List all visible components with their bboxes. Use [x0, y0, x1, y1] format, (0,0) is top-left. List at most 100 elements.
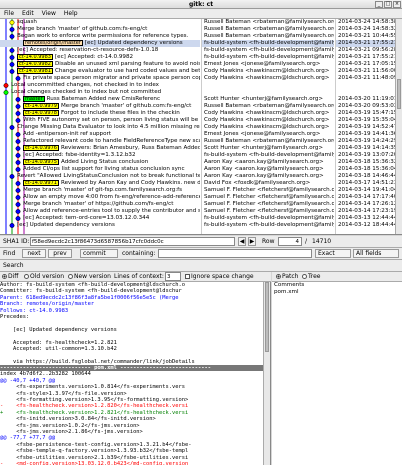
forward-arrow-icon[interactable]: ▶	[248, 237, 256, 246]
commit-date[interactable]: 2014-03-20 09:53:03	[336, 103, 395, 110]
commit-date[interactable]: 2014-03-18 15:36:32	[336, 159, 395, 166]
remote-branch-label[interactable]: remotes/origin/master	[23, 40, 83, 46]
commit-row[interactable]: Added CI/ops list support for living sta…	[0, 166, 200, 173]
commit-row[interactable]: Merge branch 'master' of git-fsp.com.fam…	[0, 187, 200, 194]
commit-row[interactable]: ct-14.0.9978 Forgot to include these file…	[0, 110, 200, 117]
commit-row[interactable]: Local changes checked in to index but no…	[0, 89, 200, 96]
commit-row[interactable]: With FIVE autonomy set on person, person…	[0, 117, 200, 124]
commit-author[interactable]: Aaron Kay <aaron.kay@familysearch.org>	[202, 159, 334, 166]
ignore-space-checkbox[interactable]: Ignore space change	[185, 273, 254, 280]
commit-author[interactable]: Scott Hunter <hunterj@familysearch.org>	[202, 145, 334, 152]
commit-row[interactable]: Local uncommitted changes, not checked i…	[0, 82, 200, 89]
commit-row[interactable]: ct-14.0.9976 Reviewers: Brian Amesbury, R…	[0, 145, 200, 152]
commit-author[interactable]: Aaron Kay <aaron.kay@familysearch.org>	[202, 166, 334, 173]
new-version-radio[interactable]: New version	[68, 273, 111, 280]
commit-date[interactable]	[336, 89, 395, 96]
commit-author[interactable]: Samuel F. Fletcher <fletchersf@familysea…	[202, 208, 334, 215]
back-arrow-icon[interactable]: ◀	[238, 237, 246, 246]
commit-author[interactable]: Aaron Kay <aaron.kay@familysearch.org>	[202, 173, 334, 180]
commit-row[interactable]: ct-14.0.9971 Reviewed by Aaron Kay and Co…	[0, 180, 200, 187]
commit-author[interactable]	[202, 82, 334, 89]
commit-row[interactable]: [ec] Updated dependency versions	[0, 222, 200, 229]
commit-row[interactable]: Add -entiperson-init ref support	[0, 131, 200, 138]
commit-author[interactable]: Scott Hunter <hunterj@familysearch.org>	[202, 96, 334, 103]
commit-row[interactable]: Merge branch 'master' of https://github.…	[0, 201, 200, 208]
tag-label[interactable]: ct-14.0.9982	[17, 61, 53, 67]
commit-date[interactable]: 2014-03-12 18:44:44	[336, 222, 395, 229]
commit-row[interactable]: [ec] Accepted: tem-ord-core=13.03.12.0.3…	[0, 215, 200, 222]
commit-row[interactable]: remotes/origin/master [ec] Updated depend…	[0, 40, 200, 47]
commit-author[interactable]: fs-build-system <fh-build-development@fa…	[202, 40, 334, 47]
commit-row[interactable]: ct-14.0.9979 Merge branch 'master' of git…	[0, 103, 200, 110]
commit-row[interactable]: ct-14.0.9975 Added Living Status conclusi…	[0, 159, 200, 166]
commit-date[interactable]: 2014-03-18 15:36:04	[336, 166, 395, 173]
commit-author[interactable]: Cody Hawkins <hawkinscm@ldschurch.org>	[202, 75, 334, 82]
commit-date[interactable]: 2014-03-21 11:56:00	[336, 68, 395, 75]
commit-row[interactable]: ct-14.0.9982 Disable an unused xml parsin…	[0, 61, 200, 68]
commit-date[interactable]: 2014-03-13 12:44:44	[336, 215, 395, 222]
commit-author[interactable]	[202, 89, 334, 96]
menu-edit[interactable]: Edit	[18, 9, 38, 18]
commit-row[interactable]: Change Missing Data Evaluator to look in…	[0, 124, 200, 131]
commit-date[interactable]: 2014-03-14 17:17:40	[336, 194, 395, 201]
tag-label[interactable]: ct-14.0.9979	[23, 103, 59, 109]
commit-row[interactable]: master Russ Bateman Added new CmisReferen…	[0, 96, 200, 103]
context-spinner[interactable]: 3	[165, 272, 181, 281]
patch-radio[interactable]: Patch	[276, 273, 298, 280]
commit-date[interactable]: 2014-03-19 13:07:20	[336, 152, 395, 159]
commit-author[interactable]: Cody Hawkins <hawkinscm@ldschurch.org>	[202, 110, 334, 117]
tree-radio[interactable]: Tree	[302, 273, 321, 280]
commit-date[interactable]: 2014-03-21 10:44:55	[336, 33, 395, 40]
commit-author[interactable]: fs-build-system <fh-build-development@fa…	[202, 54, 334, 61]
commit-author[interactable]: Cody Hawkins <hawkinscm@ldschurch.org>	[202, 68, 334, 75]
commit-row[interactable]: ct-14.0.9981 Change evaluator to use hard…	[0, 68, 200, 75]
tag-label[interactable]: ct-14.0.9975	[23, 159, 59, 165]
tag-label[interactable]: ct-14.0.9971	[23, 180, 59, 186]
commit-author[interactable]: Ernest Jones <jonese@familysearch.org>	[202, 61, 334, 68]
commit-date[interactable]: 2014-03-21 09:56:28	[336, 47, 395, 54]
maximize-icon[interactable]: □	[384, 1, 392, 8]
commit-date[interactable]: 2014-03-19 14:41:36	[336, 131, 395, 138]
commit-date[interactable]: 2014-03-21 11:48:09	[336, 75, 395, 82]
find-next-button[interactable]: next	[22, 249, 46, 258]
commit-date[interactable]: 2014-03-19 14:52:47	[336, 124, 395, 131]
menu-help[interactable]: Help	[60, 9, 82, 18]
commit-list-scrollbar[interactable]	[395, 19, 402, 234]
commit-row[interactable]: Merge branch 'master' of github.com:fs-e…	[0, 26, 200, 33]
commit-date[interactable]: 2014-03-17 14:51:23	[336, 180, 395, 187]
diff-scrollbar[interactable]	[263, 282, 270, 465]
commit-author[interactable]: Russell Bateman <rbateman@familysearch.o…	[202, 138, 334, 145]
commit-author[interactable]: fs-build-system <fh-build-development@fa…	[202, 47, 334, 54]
commit-date[interactable]: 2014-03-14 17:26:12	[336, 201, 395, 208]
commit-date[interactable]: 2014-03-20 11:19:01	[336, 96, 395, 103]
commit-row[interactable]: Refactored relevant code to handle Field…	[0, 138, 200, 145]
file-list-item[interactable]: pom.xml	[272, 289, 402, 296]
find-mode-select[interactable]: Exact	[315, 249, 351, 258]
commit-author[interactable]: fs-build-system <fh-build-development@fa…	[202, 152, 334, 159]
tag-label[interactable]: ct-14.0.9978	[23, 110, 59, 116]
scrollbar-thumb[interactable]	[397, 79, 401, 109]
minimize-icon[interactable]: _	[375, 1, 383, 8]
commit-row[interactable]: Allow add reference-entries tool to supp…	[0, 208, 200, 215]
scrollbar-thumb[interactable]	[265, 282, 269, 352]
commit-date[interactable]	[336, 82, 395, 89]
commit-author[interactable]: fs-build-system <fh-build-development@fa…	[202, 215, 334, 222]
commit-row[interactable]: ct-14.0.9983 [ec] Accepted: ct-14.0.9982	[0, 54, 200, 61]
commit-author[interactable]: Russell Bateman <rbateman@familysearch.o…	[202, 103, 334, 110]
commit-date[interactable]: 2014-03-19 15:47:15	[336, 110, 395, 117]
menu-view[interactable]: View	[38, 9, 60, 18]
commit-row[interactable]: Fix private space person migrator and pr…	[0, 75, 200, 82]
commit-date[interactable]: 2014-03-24 14:58:38	[336, 19, 395, 26]
commit-author[interactable]: David Fox <foxdk@familysearch.org>	[202, 180, 334, 187]
tag-label[interactable]: ct-14.0.9976	[23, 145, 59, 151]
branch-label[interactable]: master	[23, 96, 45, 102]
commit-row[interactable]: Allow an empty move 4:00 from fs-eng/ref…	[0, 194, 200, 201]
old-version-radio[interactable]: Old version	[24, 273, 64, 280]
commit-date[interactable]: 2014-03-19 14:14:35	[336, 145, 395, 152]
commit-date[interactable]: 2014-03-19 15:35:04	[336, 117, 395, 124]
find-type-select[interactable]: commit	[80, 249, 118, 258]
commit-row[interactable]: [ec] Accepted: fsbe-identity=1.3.12.b32	[0, 152, 200, 159]
diff-text[interactable]: Author: fs-build-system <fh-build-develo…	[0, 282, 264, 465]
commit-date[interactable]: 2014-03-18 14:46:44	[336, 173, 395, 180]
commit-author[interactable]: Russell Bateman <rbateman@familysearch.o…	[202, 33, 334, 40]
